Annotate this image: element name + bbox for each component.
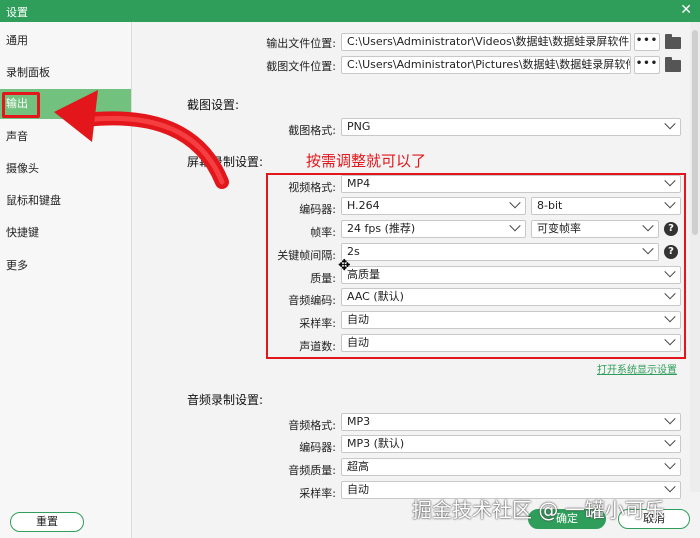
chevron-down-icon <box>509 221 521 232</box>
sidebar-item-general[interactable]: 通用 <box>0 26 131 56</box>
fps-select[interactable]: 24 fps (推荐) <box>341 220 526 238</box>
quality-select[interactable]: 高质量 <box>341 266 681 284</box>
channels-select[interactable]: 自动 <box>341 334 681 352</box>
output-folder-more-button[interactable]: ••• <box>634 33 660 51</box>
channels-label: 声道数: <box>299 340 336 353</box>
audio-sample-rate-value: 自动 <box>347 483 369 496</box>
output-folder-field[interactable]: C:\Users\Administrator\Videos\数据蛙\数据蛙录屏软… <box>341 33 631 51</box>
fps-mode-select[interactable]: 可变帧率 <box>531 220 659 238</box>
audio-quality-label: 音频质量: <box>288 464 336 477</box>
chevron-down-icon <box>664 436 676 447</box>
screenshot-folder-label: 截图文件位置: <box>266 60 336 73</box>
audio-recording-heading: 音频录制设置: <box>187 393 264 407</box>
sample-rate-label: 采样率: <box>299 317 336 330</box>
chevron-down-icon <box>664 482 676 493</box>
chevron-down-icon <box>664 289 676 300</box>
sample-rate-select[interactable]: 自动 <box>341 311 681 329</box>
encoder-value: H.264 <box>347 199 380 212</box>
output-folder-label: 输出文件位置: <box>266 37 336 50</box>
screenshot-format-select[interactable]: PNG <box>341 118 681 136</box>
audio-format-label: 音频格式: <box>288 419 336 432</box>
watermark-text: 掘金技术社区 @ 一罐小可乐 <box>412 498 665 522</box>
screenshot-format-label: 截图格式: <box>288 124 336 137</box>
folder-icon[interactable] <box>665 34 681 49</box>
sidebar-item-record-panel[interactable]: 录制面板 <box>0 58 131 88</box>
quality-value: 高质量 <box>347 268 380 281</box>
video-format-select[interactable]: MP4 <box>341 175 681 193</box>
audio-codec-select[interactable]: AAC (默认) <box>341 288 681 306</box>
title-bar: 设置 ✕ <box>0 0 700 22</box>
fps-label: 帧率: <box>310 226 336 239</box>
help-icon[interactable]: ? <box>664 222 678 236</box>
annotation-arrow <box>54 90 229 189</box>
folder-icon[interactable] <box>665 57 681 72</box>
audio-sample-rate-label: 采样率: <box>299 487 336 500</box>
chevron-down-icon <box>642 244 654 255</box>
scrollbar[interactable] <box>690 22 700 492</box>
fps-value: 24 fps (推荐) <box>347 222 416 235</box>
annotation-text: 按需调整就可以了 <box>306 152 427 170</box>
chevron-down-icon <box>664 312 676 323</box>
scrollbar-thumb[interactable] <box>692 30 698 235</box>
encoder-label: 编码器: <box>299 203 336 216</box>
channels-value: 自动 <box>347 336 369 349</box>
sample-rate-value: 自动 <box>347 313 369 326</box>
chevron-down-icon <box>664 198 676 209</box>
bit-depth-select[interactable]: 8-bit <box>531 197 681 215</box>
chevron-down-icon <box>664 176 676 187</box>
chevron-down-icon <box>664 267 676 278</box>
bit-depth-value: 8-bit <box>537 199 563 212</box>
sidebar-item-hotkeys[interactable]: 快捷键 <box>0 218 131 248</box>
keyframe-interval-label: 关键帧间隔: <box>277 249 336 262</box>
chevron-down-icon <box>664 335 676 346</box>
encoder-select[interactable]: H.264 <box>341 197 526 215</box>
open-display-settings-link[interactable]: 打开系统显示设置 <box>597 361 677 376</box>
audio-format-value: MP3 <box>347 415 371 428</box>
chevron-down-icon <box>642 221 654 232</box>
video-format-label: 视频格式: <box>288 181 336 194</box>
audio-encoder-label: 编码器: <box>299 441 336 454</box>
screenshot-format-value: PNG <box>347 120 371 133</box>
window-title: 设置 <box>6 6 28 19</box>
audio-format-select[interactable]: MP3 <box>341 413 681 431</box>
fps-mode-value: 可变帧率 <box>537 222 581 235</box>
quality-label: 质量: <box>310 272 336 285</box>
move-cursor-icon: ✥ <box>338 256 351 274</box>
audio-encoder-value: MP3 (默认) <box>347 437 405 450</box>
help-icon[interactable]: ? <box>664 245 678 259</box>
screenshot-folder-more-button[interactable]: ••• <box>634 56 660 74</box>
audio-quality-value: 超高 <box>347 460 369 473</box>
chevron-down-icon <box>664 459 676 470</box>
video-format-value: MP4 <box>347 177 371 190</box>
screenshot-folder-field[interactable]: C:\Users\Administrator\Pictures\数据蛙\数据蛙录… <box>341 56 631 74</box>
chevron-down-icon <box>509 198 521 209</box>
audio-quality-select[interactable]: 超高 <box>341 458 681 476</box>
chevron-down-icon <box>664 414 676 425</box>
reset-button[interactable]: 重置 <box>10 512 84 532</box>
close-icon[interactable]: ✕ <box>680 2 692 18</box>
audio-codec-value: AAC (默认) <box>347 290 404 303</box>
active-item-highlight-box <box>2 92 40 118</box>
sidebar-item-more[interactable]: 更多 <box>0 251 131 281</box>
audio-codec-label: 音频编码: <box>288 294 336 307</box>
audio-encoder-select[interactable]: MP3 (默认) <box>341 435 681 453</box>
keyframe-interval-select[interactable]: 2s <box>341 243 659 261</box>
chevron-down-icon <box>664 119 676 130</box>
